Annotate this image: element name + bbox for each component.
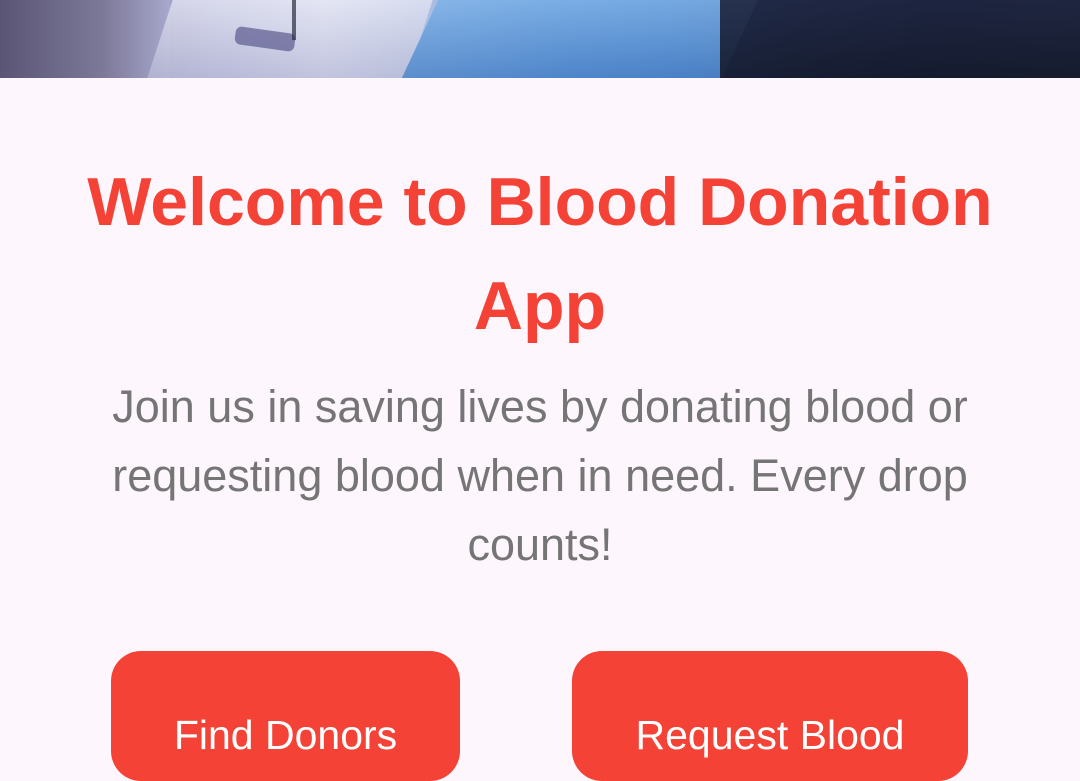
hero-image-shadow [720,0,1080,78]
main-content: Welcome to Blood Donation App Join us in… [0,78,1080,781]
hero-image [0,0,1080,78]
hero-image-tube [292,0,296,40]
hero-image-sleeve [0,0,170,78]
request-blood-button[interactable]: Request Blood [572,651,968,781]
page-subtitle: Join us in saving lives by donating bloo… [112,381,968,570]
hero-image-glove [401,0,759,78]
find-donors-button[interactable]: Find Donors [111,651,460,781]
page-title: Welcome to Blood Donation App [87,164,993,344]
